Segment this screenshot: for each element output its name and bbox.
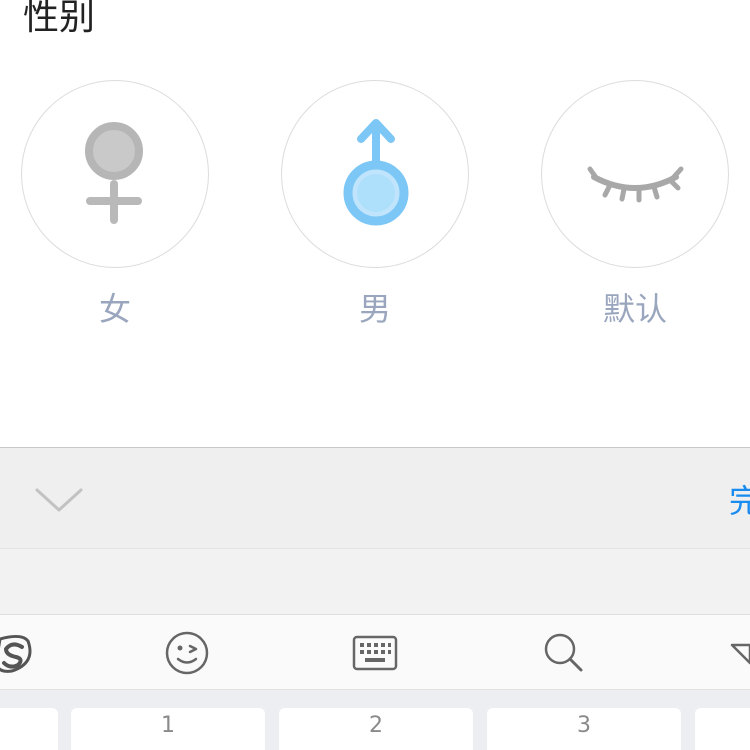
keyboard-key-left[interactable] [0, 708, 58, 750]
emoji-wink-icon[interactable] [163, 629, 211, 677]
ime-toolbar [0, 614, 750, 690]
closed-eye-icon [587, 166, 684, 203]
keyboard-accessory-bar: 完 [0, 448, 750, 548]
female-symbol-icon [85, 122, 143, 224]
gender-option-default[interactable]: 默认 [541, 80, 731, 330]
male-symbol-icon [343, 119, 409, 226]
gender-option-male[interactable]: 男 [281, 80, 471, 330]
option-circle[interactable] [541, 80, 729, 268]
option-label-male: 男 [358, 290, 391, 328]
triangle-down-icon[interactable] [728, 629, 750, 677]
keyboard-key-3[interactable]: 3 [487, 708, 681, 750]
chevron-down-icon [35, 488, 83, 512]
gender-option-female[interactable]: 女 [21, 80, 211, 330]
collapse-keyboard-button[interactable] [30, 478, 90, 518]
search-icon[interactable] [540, 629, 588, 677]
keyboard-key-right[interactable] [695, 708, 750, 750]
option-circle[interactable] [281, 80, 469, 268]
key-label: 1 [161, 713, 175, 738]
keyboard-key-2[interactable]: 2 [279, 708, 473, 750]
keyboard-key-1[interactable]: 1 [71, 708, 265, 750]
key-label: 2 [369, 713, 383, 738]
option-circle[interactable] [21, 80, 209, 268]
section-title: 性别 [23, 0, 96, 38]
option-label-female: 女 [98, 290, 131, 328]
keyboard-row: 1 2 3 [0, 690, 750, 750]
option-label-default: 默认 [602, 290, 667, 328]
gender-picker-screen: 性别 女 男 默认 完 1 2 3 [0, 0, 750, 750]
done-button[interactable]: 完 [729, 476, 750, 522]
key-label: 3 [577, 713, 591, 738]
keyboard-icon[interactable] [351, 629, 399, 677]
ime-candidate-bar [0, 548, 750, 614]
sogou-logo-icon[interactable] [0, 629, 40, 677]
